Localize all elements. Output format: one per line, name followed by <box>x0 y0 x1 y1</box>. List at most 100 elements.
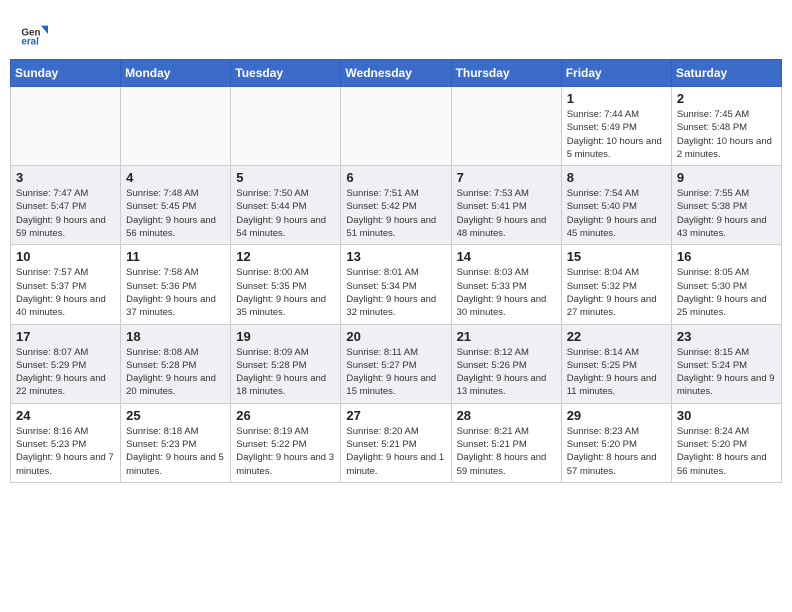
day-number: 13 <box>346 249 445 264</box>
day-number: 17 <box>16 329 115 344</box>
day-number: 6 <box>346 170 445 185</box>
day-number: 1 <box>567 91 666 106</box>
calendar: SundayMondayTuesdayWednesdayThursdayFrid… <box>10 59 782 483</box>
calendar-cell <box>121 87 231 166</box>
day-info: Sunrise: 8:12 AMSunset: 5:26 PMDaylight:… <box>457 346 556 399</box>
weekday-header-sunday: Sunday <box>11 60 121 87</box>
calendar-cell: 13 Sunrise: 8:01 AMSunset: 5:34 PMDayligh… <box>341 245 451 324</box>
header: Gen eral <box>10 10 782 53</box>
calendar-cell: 5 Sunrise: 7:50 AMSunset: 5:44 PMDaylight… <box>231 166 341 245</box>
day-info: Sunrise: 7:47 AMSunset: 5:47 PMDaylight:… <box>16 187 115 240</box>
calendar-cell: 9Sunrise: 7:55 AMSunset: 5:38 PMDaylight… <box>671 166 781 245</box>
weekday-header-saturday: Saturday <box>671 60 781 87</box>
weekday-header-friday: Friday <box>561 60 671 87</box>
day-info: Sunrise: 8:07 AMSunset: 5:29 PMDaylight:… <box>16 346 115 399</box>
day-number: 23 <box>677 329 776 344</box>
calendar-cell: 30 Sunrise: 8:24 AMSunset: 5:20 PMDayligh… <box>671 403 781 482</box>
weekday-header-wednesday: Wednesday <box>341 60 451 87</box>
day-info: Sunrise: 8:01 AMSunset: 5:34 PMDaylight:… <box>346 266 445 319</box>
day-info: Sunrise: 8:21 AMSunset: 5:21 PMDaylight:… <box>457 425 556 478</box>
calendar-cell <box>11 87 121 166</box>
calendar-week-row: 10 Sunrise: 7:57 AMSunset: 5:37 PMDayligh… <box>11 245 782 324</box>
day-info: Sunrise: 8:05 AMSunset: 5:30 PMDaylight:… <box>677 266 776 319</box>
day-info: Sunrise: 8:00 AMSunset: 5:35 PMDaylight:… <box>236 266 335 319</box>
calendar-week-row: 24 Sunrise: 8:16 AMSunset: 5:23 PMDayligh… <box>11 403 782 482</box>
calendar-cell: 6 Sunrise: 7:51 AMSunset: 5:42 PMDaylight… <box>341 166 451 245</box>
day-number: 8 <box>567 170 666 185</box>
day-number: 22 <box>567 329 666 344</box>
calendar-week-row: 3Sunrise: 7:47 AMSunset: 5:47 PMDaylight… <box>11 166 782 245</box>
day-info: Sunrise: 8:03 AMSunset: 5:33 PMDaylight:… <box>457 266 556 319</box>
calendar-cell: 14 Sunrise: 8:03 AMSunset: 5:33 PMDayligh… <box>451 245 561 324</box>
calendar-cell: 12 Sunrise: 8:00 AMSunset: 5:35 PMDayligh… <box>231 245 341 324</box>
day-number: 11 <box>126 249 225 264</box>
day-number: 20 <box>346 329 445 344</box>
day-info: Sunrise: 7:50 AMSunset: 5:44 PMDaylight:… <box>236 187 335 240</box>
calendar-cell: 26 Sunrise: 8:19 AMSunset: 5:22 PMDayligh… <box>231 403 341 482</box>
calendar-cell: 18Sunrise: 8:08 AMSunset: 5:28 PMDayligh… <box>121 324 231 403</box>
day-info: Sunrise: 7:58 AMSunset: 5:36 PMDaylight:… <box>126 266 225 319</box>
day-info: Sunrise: 8:19 AMSunset: 5:22 PMDaylight:… <box>236 425 335 478</box>
calendar-cell: 2 Sunrise: 7:45 AMSunset: 5:48 PMDaylight… <box>671 87 781 166</box>
calendar-cell: 19 Sunrise: 8:09 AMSunset: 5:28 PMDayligh… <box>231 324 341 403</box>
weekday-header-thursday: Thursday <box>451 60 561 87</box>
day-number: 2 <box>677 91 776 106</box>
day-info: Sunrise: 8:18 AMSunset: 5:23 PMDaylight:… <box>126 425 225 478</box>
day-number: 21 <box>457 329 556 344</box>
day-number: 7 <box>457 170 556 185</box>
day-info: Sunrise: 7:55 AMSunset: 5:38 PMDaylight:… <box>677 187 776 240</box>
calendar-cell: 23 Sunrise: 8:15 AMSunset: 5:24 PMDayligh… <box>671 324 781 403</box>
calendar-cell: 28 Sunrise: 8:21 AMSunset: 5:21 PMDayligh… <box>451 403 561 482</box>
logo-icon: Gen eral <box>20 20 48 48</box>
calendar-cell: 25Sunrise: 8:18 AMSunset: 5:23 PMDayligh… <box>121 403 231 482</box>
day-number: 18 <box>126 329 225 344</box>
day-info: Sunrise: 8:15 AMSunset: 5:24 PMDaylight:… <box>677 346 776 399</box>
day-info: Sunrise: 7:45 AMSunset: 5:48 PMDaylight:… <box>677 108 776 161</box>
calendar-cell: 7 Sunrise: 7:53 AMSunset: 5:41 PMDaylight… <box>451 166 561 245</box>
day-number: 29 <box>567 408 666 423</box>
day-number: 27 <box>346 408 445 423</box>
day-number: 28 <box>457 408 556 423</box>
calendar-cell: 16 Sunrise: 8:05 AMSunset: 5:30 PMDayligh… <box>671 245 781 324</box>
day-number: 26 <box>236 408 335 423</box>
calendar-cell <box>341 87 451 166</box>
calendar-cell: 20 Sunrise: 8:11 AMSunset: 5:27 PMDayligh… <box>341 324 451 403</box>
day-number: 5 <box>236 170 335 185</box>
day-number: 19 <box>236 329 335 344</box>
calendar-cell: 27 Sunrise: 8:20 AMSunset: 5:21 PMDayligh… <box>341 403 451 482</box>
day-info: Sunrise: 7:51 AMSunset: 5:42 PMDaylight:… <box>346 187 445 240</box>
calendar-cell <box>231 87 341 166</box>
calendar-cell: 1 Sunrise: 7:44 AMSunset: 5:49 PMDaylight… <box>561 87 671 166</box>
day-number: 4 <box>126 170 225 185</box>
day-number: 15 <box>567 249 666 264</box>
weekday-header-row: SundayMondayTuesdayWednesdayThursdayFrid… <box>11 60 782 87</box>
day-number: 16 <box>677 249 776 264</box>
day-info: Sunrise: 7:44 AMSunset: 5:49 PMDaylight:… <box>567 108 666 161</box>
day-info: Sunrise: 8:16 AMSunset: 5:23 PMDaylight:… <box>16 425 115 478</box>
day-info: Sunrise: 8:14 AMSunset: 5:25 PMDaylight:… <box>567 346 666 399</box>
day-info: Sunrise: 7:54 AMSunset: 5:40 PMDaylight:… <box>567 187 666 240</box>
calendar-cell: 4Sunrise: 7:48 AMSunset: 5:45 PMDaylight… <box>121 166 231 245</box>
calendar-cell: 10 Sunrise: 7:57 AMSunset: 5:37 PMDayligh… <box>11 245 121 324</box>
day-info: Sunrise: 8:11 AMSunset: 5:27 PMDaylight:… <box>346 346 445 399</box>
logo: Gen eral <box>20 20 52 48</box>
calendar-week-row: 17 Sunrise: 8:07 AMSunset: 5:29 PMDayligh… <box>11 324 782 403</box>
day-info: Sunrise: 7:57 AMSunset: 5:37 PMDaylight:… <box>16 266 115 319</box>
day-info: Sunrise: 8:09 AMSunset: 5:28 PMDaylight:… <box>236 346 335 399</box>
day-number: 14 <box>457 249 556 264</box>
day-info: Sunrise: 8:04 AMSunset: 5:32 PMDaylight:… <box>567 266 666 319</box>
day-info: Sunrise: 7:53 AMSunset: 5:41 PMDaylight:… <box>457 187 556 240</box>
day-info: Sunrise: 8:23 AMSunset: 5:20 PMDaylight:… <box>567 425 666 478</box>
calendar-cell: 24 Sunrise: 8:16 AMSunset: 5:23 PMDayligh… <box>11 403 121 482</box>
calendar-cell: 3Sunrise: 7:47 AMSunset: 5:47 PMDaylight… <box>11 166 121 245</box>
calendar-cell: 17 Sunrise: 8:07 AMSunset: 5:29 PMDayligh… <box>11 324 121 403</box>
calendar-week-row: 1 Sunrise: 7:44 AMSunset: 5:49 PMDaylight… <box>11 87 782 166</box>
day-number: 10 <box>16 249 115 264</box>
calendar-cell: 15 Sunrise: 8:04 AMSunset: 5:32 PMDayligh… <box>561 245 671 324</box>
day-number: 30 <box>677 408 776 423</box>
weekday-header-monday: Monday <box>121 60 231 87</box>
day-info: Sunrise: 8:24 AMSunset: 5:20 PMDaylight:… <box>677 425 776 478</box>
day-number: 24 <box>16 408 115 423</box>
day-info: Sunrise: 8:20 AMSunset: 5:21 PMDaylight:… <box>346 425 445 478</box>
day-number: 12 <box>236 249 335 264</box>
